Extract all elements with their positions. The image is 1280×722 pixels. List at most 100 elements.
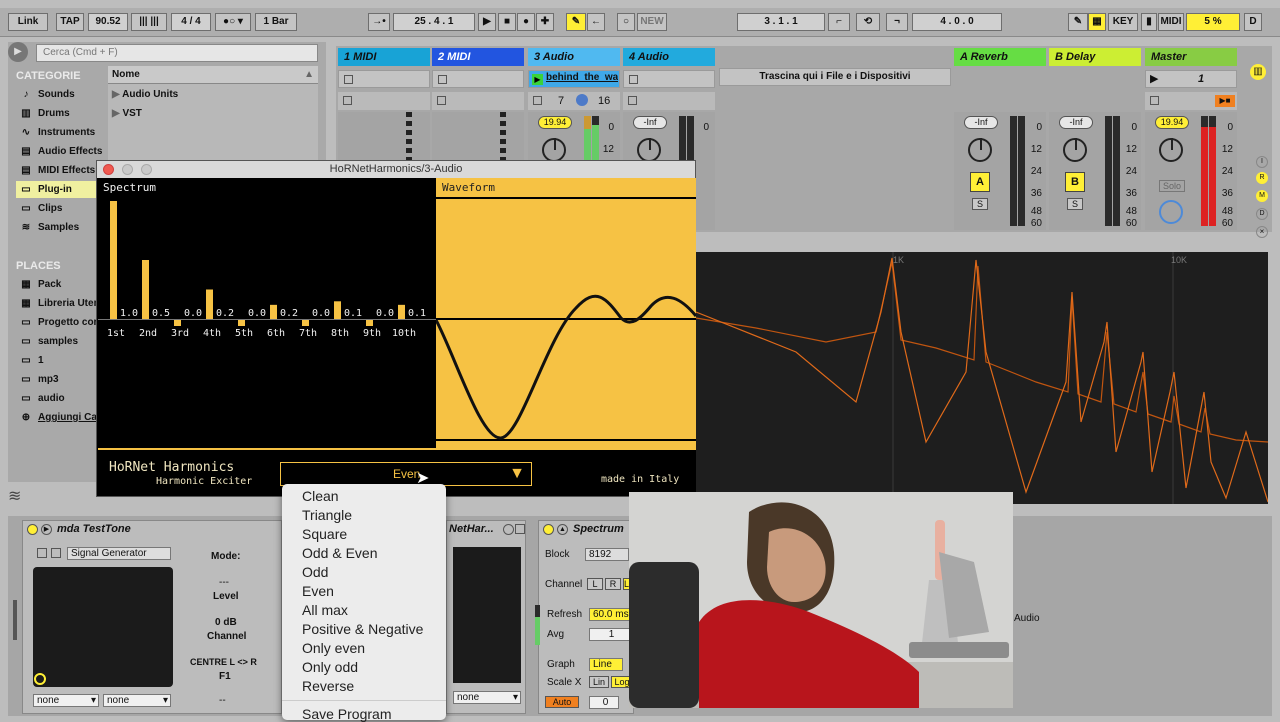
harmonic-bar[interactable] xyxy=(302,320,309,326)
track-title[interactable]: A Reverb xyxy=(954,48,1046,66)
mode-dropdown[interactable]: Even ▼ xyxy=(280,462,532,486)
clip-stop-row[interactable] xyxy=(623,92,715,110)
stop-icon[interactable] xyxy=(437,96,446,105)
channel-value[interactable]: CENTRE L <> R xyxy=(190,657,257,667)
follow-icon[interactable]: →• xyxy=(368,13,390,31)
xy-handle-icon[interactable] xyxy=(34,673,46,685)
stop-icon[interactable] xyxy=(533,96,542,105)
name-column-header[interactable]: Nome ▲ xyxy=(108,66,318,84)
category-clips[interactable]: ▭ Clips xyxy=(16,200,108,217)
menu-item-all-max[interactable]: All max xyxy=(302,602,348,618)
solo-button[interactable]: S xyxy=(1067,198,1083,210)
volume-field[interactable]: -Inf xyxy=(964,116,998,129)
category-sounds[interactable]: ♪ Sounds xyxy=(16,86,108,103)
input-channel[interactable]: 7 xyxy=(558,95,564,107)
metronome-icon[interactable]: ●○ ▾ xyxy=(215,13,251,31)
clip-slot[interactable] xyxy=(623,70,715,88)
solo-button[interactable]: S xyxy=(972,198,988,210)
stop-all-icon[interactable] xyxy=(1150,96,1159,105)
overdub-icon[interactable]: ✚ xyxy=(536,13,554,31)
clip-behind-the-wall[interactable]: ▶ behind_the_wall xyxy=(528,70,620,88)
midi-map-button[interactable]: MIDI xyxy=(1158,13,1184,31)
tap-button[interactable]: TAP xyxy=(56,13,84,31)
menu-item-only-odd[interactable]: Only odd xyxy=(302,659,358,675)
category-midi-effects[interactable]: ▤ MIDI Effects xyxy=(16,162,108,179)
block-field[interactable]: 8192 xyxy=(585,548,629,561)
place-mp3[interactable]: ▭ mp3 xyxy=(16,371,108,388)
loop-start-field[interactable]: 3 . 1 . 1 xyxy=(737,13,825,31)
place-samples[interactable]: ▭ samples xyxy=(16,333,108,350)
io-icon[interactable]: I xyxy=(1256,156,1268,168)
solo-cue-button[interactable]: Solo xyxy=(1159,180,1185,192)
mixer-icon[interactable]: M xyxy=(1256,190,1268,202)
sort-icon[interactable]: ▲ xyxy=(304,66,314,84)
track-title[interactable]: 2 MIDI xyxy=(432,48,524,66)
track-title[interactable]: 1 MIDI xyxy=(338,48,430,66)
stop-icon[interactable] xyxy=(343,96,352,105)
scene-play-icon[interactable]: ▶ xyxy=(1150,72,1158,85)
harmonic-bar[interactable] xyxy=(366,320,373,326)
track-activator-b[interactable]: B xyxy=(1065,172,1085,192)
new-button[interactable]: NEW xyxy=(637,13,667,31)
automation-select-2[interactable]: none ▾ xyxy=(103,694,171,707)
channel-l-button[interactable]: L xyxy=(587,578,603,590)
place-user-library[interactable]: ▦ Libreria Utente xyxy=(16,295,108,312)
scale-lin-button[interactable]: Lin xyxy=(589,676,609,688)
level-value[interactable]: 0 dB xyxy=(215,617,237,628)
plugin-save-icon[interactable] xyxy=(515,524,525,534)
clip-slot[interactable] xyxy=(338,70,430,88)
back-to-arrangement-icon[interactable]: ← xyxy=(587,13,605,31)
draw-mode-icon[interactable]: ✎ xyxy=(1068,13,1088,31)
device-title[interactable]: mda TestTone xyxy=(23,521,281,538)
place-1[interactable]: ▭ 1 xyxy=(16,352,108,369)
menu-item-odd[interactable]: Odd xyxy=(302,564,328,580)
list-item[interactable]: ▶ VST xyxy=(112,108,142,119)
refresh-field[interactable]: 60.0 ms xyxy=(589,608,631,621)
clip-slot[interactable] xyxy=(432,70,524,88)
category-audio-effects[interactable]: ▤ Audio Effects xyxy=(16,143,108,160)
keymap-icon[interactable]: ▦ xyxy=(1088,13,1106,31)
clip-stop-row[interactable] xyxy=(432,92,524,110)
browser-toggle-icon[interactable]: ▶ xyxy=(8,42,28,62)
category-plugin[interactable]: ▭ Plug-in xyxy=(16,181,108,198)
clip-stop-row[interactable] xyxy=(338,92,430,110)
computer-midi-icon[interactable]: ▮ xyxy=(1141,13,1157,31)
tempo-field[interactable]: 90.52 xyxy=(88,13,128,31)
category-samples[interactable]: ≋ Samples xyxy=(16,219,108,236)
place-pack[interactable]: ▦ Pack xyxy=(16,276,108,293)
punch-out-icon[interactable]: ¬ xyxy=(886,13,908,31)
automation-select-3[interactable]: none ▾ xyxy=(453,691,521,704)
menu-item-clean[interactable]: Clean xyxy=(302,488,339,504)
volume-field[interactable]: -Inf xyxy=(633,116,667,129)
harmonic-bar[interactable] xyxy=(174,320,181,326)
output-channel[interactable]: 16 xyxy=(598,95,610,107)
stop-icon[interactable]: ■ xyxy=(498,13,516,31)
dropdown-arrow-icon[interactable]: ▼ xyxy=(509,465,525,483)
xy-pad[interactable] xyxy=(453,547,521,683)
delay-icon[interactable]: D xyxy=(1256,208,1268,220)
nudge-icon[interactable]: ||| ||| xyxy=(131,13,167,31)
harmonic-bar[interactable] xyxy=(334,301,341,319)
loop-length-field[interactable]: 4 . 0 . 0 xyxy=(912,13,1002,31)
place-current-project[interactable]: ▭Progetto corrente xyxy=(16,314,108,331)
device-title[interactable]: Spectrum xyxy=(539,521,633,538)
auto-button[interactable]: Auto xyxy=(545,696,579,708)
add-folder[interactable]: ⊕Aggiungi Cartella xyxy=(16,409,108,426)
generator-selector[interactable]: Signal Generator xyxy=(67,547,171,560)
harmonic-bar[interactable] xyxy=(206,289,213,320)
stop-icon[interactable] xyxy=(628,96,637,105)
time-signature-field[interactable]: 4 / 4 xyxy=(171,13,211,31)
menu-item-reverse[interactable]: Reverse xyxy=(302,678,354,694)
menu-item-even[interactable]: Even xyxy=(302,583,334,599)
avg-field[interactable]: 1 xyxy=(589,628,631,641)
track-title[interactable]: B Delay xyxy=(1049,48,1141,66)
xy-pad[interactable] xyxy=(33,567,173,687)
volume-field[interactable]: 19.94 xyxy=(1155,116,1189,129)
automation-arm-icon[interactable]: ✎ xyxy=(566,13,586,31)
clip-stop-row[interactable]: 7 16 xyxy=(528,92,620,110)
device-settings-icon[interactable] xyxy=(503,524,514,535)
menu-item-square[interactable]: Square xyxy=(302,526,347,542)
harmonic-bar[interactable] xyxy=(398,304,405,319)
menu-item-only-even[interactable]: Only even xyxy=(302,640,365,656)
pan-knob-icon[interactable] xyxy=(576,94,588,106)
